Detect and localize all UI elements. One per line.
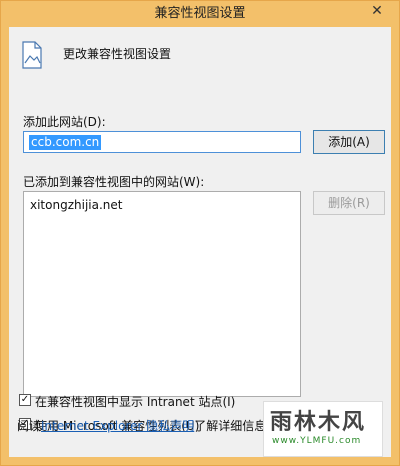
watermark-url: www.YLMFU.com <box>272 436 362 446</box>
watermark-logo-text: 雨林木风 <box>270 409 367 435</box>
close-button[interactable]: ✕ <box>357 1 397 21</box>
footer-prefix: 阅读 <box>17 419 42 433</box>
intranet-option-label: 在兼容性视图中显示 Intranet 站点(I) <box>35 395 236 409</box>
document-image-icon <box>22 41 42 69</box>
remove-button: 删除(R) <box>313 191 385 215</box>
dialog-content: 更改兼容性视图设置 添加此网站(D): ccb.com.cn 添加(A) 已添加… <box>9 27 391 457</box>
add-site-label: 添加此网站(D): <box>23 115 106 129</box>
footer-suffix: 了解详细信息 <box>194 419 267 433</box>
website-input[interactable]: ccb.com.cn <box>23 131 301 153</box>
privacy-link[interactable]: Internet Explorer 隐私声明 <box>41 419 194 433</box>
title-bar[interactable]: 兼容性视图设置 ✕ <box>1 1 399 27</box>
website-input-value: ccb.com.cn <box>29 135 102 150</box>
window-title: 兼容性视图设置 <box>154 6 246 21</box>
dialog-window: 兼容性视图设置 ✕ 更改兼容性视图设置 添加此网站(D): ccb.com.cn… <box>0 0 400 466</box>
list-item[interactable]: xitongzhijia.net <box>30 198 122 212</box>
site-listbox[interactable]: xitongzhijia.net <box>23 191 301 397</box>
site-list-label: 已添加到兼容性视图中的网站(W): <box>23 175 205 189</box>
watermark-logo: 雨林木风 www.YLMFU.com <box>263 401 383 457</box>
privacy-footer: 阅读Internet Explorer 隐私声明了解详细信息 <box>17 417 266 434</box>
intranet-checkbox[interactable]: ✓ <box>19 394 31 406</box>
add-button[interactable]: 添加(A) <box>313 130 385 154</box>
page-heading: 更改兼容性视图设置 <box>63 47 172 61</box>
